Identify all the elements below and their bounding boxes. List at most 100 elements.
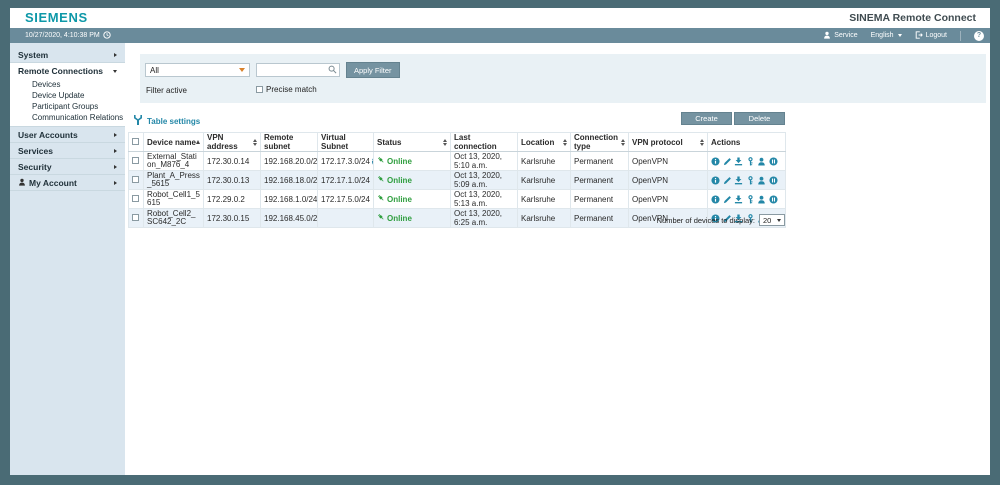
fingerprint-icon[interactable] <box>757 157 766 166</box>
vpn-address-cell: 172.30.0.14 <box>204 152 261 171</box>
row-checkbox[interactable] <box>132 195 139 202</box>
create-button[interactable]: Create <box>681 112 732 125</box>
online-icon <box>377 156 385 166</box>
status-badge: Online <box>387 195 412 204</box>
app-window: SIEMENS SINEMA Remote Connect 10/27/2020… <box>10 8 990 475</box>
download-icon[interactable] <box>734 176 743 185</box>
remote-subnet-cell: 192.168.20.0/24+ <box>261 152 318 171</box>
chevron-right-icon <box>114 165 117 169</box>
logout-label: Logout <box>926 32 947 39</box>
virtual-subnet-cell: 172.17.1.0/24 <box>318 171 374 190</box>
status-cell: Online <box>374 171 451 190</box>
row-checkbox[interactable] <box>132 176 139 183</box>
table-row: External_Station_M876_4172.30.0.14192.16… <box>129 152 786 171</box>
user-icon <box>18 178 26 188</box>
location-cell: Karlsruhe <box>518 171 571 190</box>
row-checkbox[interactable] <box>132 157 139 164</box>
sidebar-item-remote-connections[interactable]: Remote Connections <box>10 63 125 79</box>
sidebar-item-devices[interactable]: Devices <box>10 79 125 90</box>
precise-match-checkbox[interactable] <box>256 86 263 93</box>
location-cell: Karlsruhe <box>518 190 571 209</box>
status-badge: Online <box>387 157 412 166</box>
language-label: English <box>871 32 894 39</box>
pause-icon[interactable] <box>769 157 778 166</box>
sidebar-item-participant-groups[interactable]: Participant Groups <box>10 101 125 112</box>
help-button[interactable]: ? <box>974 31 984 41</box>
sidebar-item-my-account[interactable]: My Account <box>10 175 125 191</box>
language-select[interactable]: English <box>871 32 902 39</box>
sidebar-item-security[interactable]: Security <box>10 159 125 175</box>
service-label: Service <box>834 32 857 39</box>
top-bar-actions: Service English Logout ? <box>823 28 984 43</box>
chevron-right-icon <box>114 149 117 153</box>
last-connection-cell: Oct 13, 2020, 5:09 a.m. <box>451 171 518 190</box>
remote-subnet-cell: 192.168.18.0/24 <box>261 171 318 190</box>
edit-icon[interactable] <box>723 176 732 185</box>
sidebar-item-label: User Accounts <box>18 130 78 140</box>
user-icon <box>823 31 831 41</box>
chevron-down-icon <box>113 70 117 73</box>
select-all-checkbox[interactable] <box>132 138 139 145</box>
edit-icon[interactable] <box>723 195 732 204</box>
logout-button[interactable]: Logout <box>915 31 947 41</box>
col-vpn-protocol[interactable]: VPN protocol <box>629 133 708 152</box>
devices-per-page-select[interactable]: 20 <box>759 214 785 226</box>
service-button[interactable]: Service <box>823 31 857 41</box>
sidebar-item-label: Services <box>18 146 53 156</box>
col-vpn-address[interactable]: VPN address <box>204 133 261 152</box>
delete-button[interactable]: Delete <box>734 112 785 125</box>
col-location[interactable]: Location <box>518 133 571 152</box>
col-connection-type[interactable]: Connection type <box>571 133 629 152</box>
col-status[interactable]: Status <box>374 133 451 152</box>
status-badge: Online <box>387 176 412 185</box>
chevron-right-icon <box>114 133 117 137</box>
device-name-cell: Plant_A_Press_5615 <box>144 171 204 190</box>
col-device-name[interactable]: Device name <box>144 133 204 152</box>
precise-match-group: Precise match <box>256 85 317 94</box>
last-connection-cell: Oct 13, 2020, 5:10 a.m. <box>451 152 518 171</box>
search-input[interactable] <box>257 65 328 75</box>
col-virtual-subnet: Virtual Subnet <box>318 133 374 152</box>
logout-icon <box>915 31 923 41</box>
fingerprint-icon[interactable] <box>757 195 766 204</box>
table-settings-label: Table settings <box>147 117 200 126</box>
sidebar-item-communication-relations[interactable]: Communication Relations <box>10 112 125 123</box>
table-header-row: Device name VPN address Remote subnet Vi… <box>129 133 786 152</box>
pause-icon[interactable] <box>769 195 778 204</box>
sidebar-item-user-accounts[interactable]: User Accounts <box>10 127 125 143</box>
key-icon[interactable] <box>746 157 755 166</box>
sidebar-item-services[interactable]: Services <box>10 143 125 159</box>
datetime-label: 10/27/2020, 4:10:38 PM <box>25 32 100 39</box>
info-icon[interactable] <box>711 195 720 204</box>
col-last-connection: Last connection <box>451 133 518 152</box>
last-connection-cell: Oct 13, 2020, 5:13 a.m. <box>451 190 518 209</box>
filter-category-value: All <box>150 66 159 75</box>
row-select-cell <box>129 152 144 171</box>
key-icon[interactable] <box>746 176 755 185</box>
search-icon <box>328 61 337 79</box>
apply-filter-button[interactable]: Apply Filter <box>346 62 400 78</box>
row-select-cell <box>129 190 144 209</box>
sidebar-item-device-update[interactable]: Device Update <box>10 90 125 101</box>
edit-icon[interactable] <box>723 157 732 166</box>
remote-subnet-cell: 192.168.1.0/24+ <box>261 190 318 209</box>
fingerprint-icon[interactable] <box>757 176 766 185</box>
info-icon[interactable] <box>711 176 720 185</box>
table-row: Plant_A_Press_5615172.30.0.13192.168.18.… <box>129 171 786 190</box>
sidebar-item-label: System <box>18 50 48 60</box>
pause-icon[interactable] <box>769 176 778 185</box>
sidebar-item-label: Remote Connections <box>18 66 103 76</box>
app-header: SIEMENS SINEMA Remote Connect <box>10 8 990 28</box>
select-all-header <box>129 133 144 152</box>
sort-icon <box>253 139 257 146</box>
download-icon[interactable] <box>734 157 743 166</box>
key-icon[interactable] <box>746 195 755 204</box>
table-toolbar: Table settings Create Delete <box>128 112 785 126</box>
sidebar-item-system[interactable]: System <box>10 47 125 63</box>
download-icon[interactable] <box>734 195 743 204</box>
filter-category-select[interactable]: All <box>145 63 250 77</box>
siemens-logo: SIEMENS <box>25 10 88 25</box>
info-icon[interactable] <box>711 157 720 166</box>
sidebar-subitem-label: Device Update <box>32 91 84 100</box>
table-settings-link[interactable]: Table settings <box>133 112 200 130</box>
